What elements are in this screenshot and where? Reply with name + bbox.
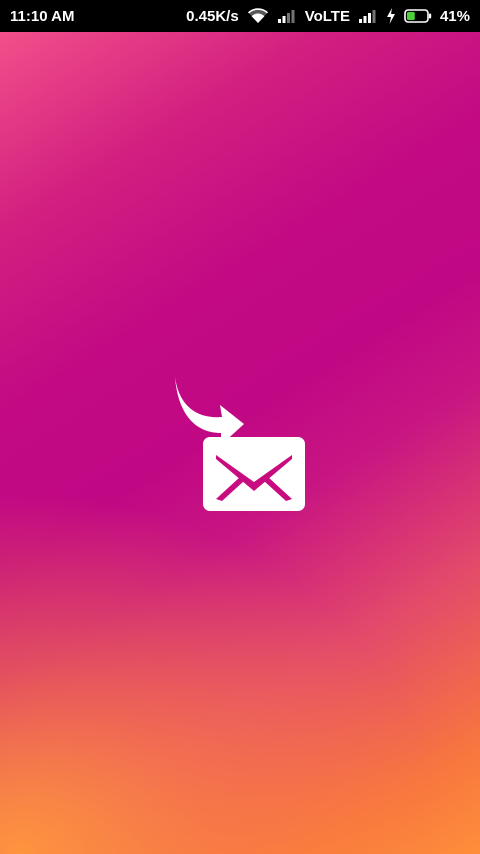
signal-icon bbox=[277, 9, 297, 23]
splash-screen bbox=[0, 32, 480, 854]
mail-forward-icon bbox=[170, 377, 310, 517]
battery-percent: 41% bbox=[439, 7, 470, 25]
charging-icon bbox=[386, 8, 396, 24]
volte-label: VoLTE bbox=[304, 7, 350, 25]
clock: 11:10 AM bbox=[10, 7, 75, 25]
signal-icon bbox=[358, 9, 378, 23]
battery-icon bbox=[404, 9, 432, 23]
network-speed: 0.45K/s bbox=[186, 7, 239, 25]
status-bar: 11:10 AM 0.45K/s VoLTE 41% bbox=[0, 0, 480, 32]
wifi-icon bbox=[247, 8, 269, 24]
